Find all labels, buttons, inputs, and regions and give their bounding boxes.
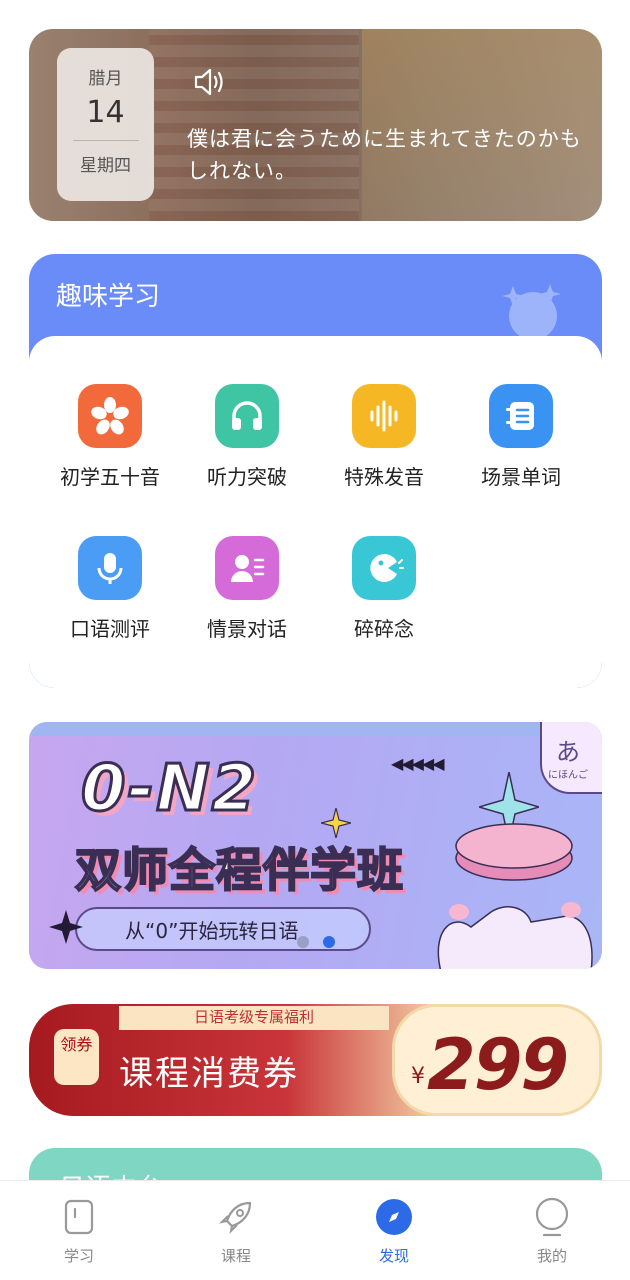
feature-label: 口语测评 (70, 617, 150, 641)
coupon-currency: ¥ (411, 1064, 425, 1089)
daily-card[interactable]: 腊月 14 星期四 僕は君に会うために生まれてきたのかもしれない。 (29, 29, 602, 221)
rocket-icon (216, 1197, 256, 1237)
daily-quote: 僕は君に会うために生まれてきたのかもしれない。 (187, 127, 582, 183)
coupon-amount: 299 (427, 1024, 569, 1106)
feature-label: 场景单词 (481, 465, 561, 489)
feature-label: 情景对话 (207, 617, 287, 641)
banner-title: 0-N2 (79, 751, 259, 828)
headphones-icon (215, 384, 279, 448)
sparkle-icon (49, 910, 83, 948)
paw-icon (431, 872, 601, 969)
feature-label: 初学五十音 (60, 465, 160, 489)
coupon-top-text: 日语考级专属福利 (119, 1006, 389, 1030)
date-day: 14 (86, 95, 125, 130)
microphone-icon (78, 536, 142, 600)
feature-label: 碎碎念 (354, 617, 414, 641)
feature-dialogue[interactable]: 情景对话 (177, 536, 317, 642)
date-divider (72, 140, 139, 141)
nav-item-courses[interactable]: 课程 (186, 1197, 286, 1266)
promo-banner[interactable]: 0-N2 双师全程伴学班 从“0”开始玩转日语 ◀◀◀◀◀ あ にほんご (29, 722, 602, 969)
fun-study-card: 趣味学习 初学五十音 听力突破 特殊发音 场景单词 口语测评 情景对话 碎碎念 (29, 254, 602, 688)
bottom-nav: 学习 课程 发现 我的 (0, 1180, 630, 1280)
date-month: 腊月 (88, 69, 123, 89)
star-icon (320, 807, 352, 842)
banner-subtitle: 双师全程伴学班 (74, 842, 404, 898)
nav-label: 课程 (220, 1247, 251, 1265)
nav-label: 我的 (536, 1247, 567, 1265)
soundwave-icon (352, 384, 416, 448)
feature-gojuon[interactable]: 初学五十音 (40, 384, 180, 490)
dialogue-icon (215, 536, 279, 600)
clown-deco-icon (498, 276, 568, 340)
study-icon (59, 1197, 99, 1237)
feature-label: 听力突破 (207, 465, 287, 489)
nav-item-discover[interactable]: 发现 (344, 1197, 444, 1266)
feature-pronunciation[interactable]: 特殊发音 (314, 384, 454, 490)
corner-char: あ (556, 738, 580, 766)
feature-chatter[interactable]: 碎碎念 (314, 536, 454, 642)
carousel-dot-1[interactable] (297, 936, 309, 948)
fun-study-title: 趣味学习 (56, 282, 161, 312)
feature-vocabulary[interactable]: 场景单词 (451, 384, 591, 490)
coupon-title: 课程消费券 (119, 1054, 299, 1094)
coupon-card[interactable]: 日语考级专属福利 领券 课程消费券 ¥ 299 (29, 1004, 602, 1116)
nav-label: 发现 (378, 1247, 409, 1265)
nav-item-study[interactable]: 学习 (29, 1197, 129, 1266)
banner-top-strip (29, 722, 602, 736)
carousel-dot-2[interactable] (323, 936, 335, 948)
fun-study-grid: 初学五十音 听力突破 特殊发音 场景单词 口语测评 情景对话 碎碎念 (29, 336, 602, 688)
nav-item-profile[interactable]: 我的 (502, 1197, 602, 1266)
corner-badge: あ にほんご (540, 722, 602, 794)
sakura-icon (78, 384, 142, 448)
compass-icon (374, 1197, 414, 1237)
date-weekday: 星期四 (80, 156, 131, 176)
nav-label: 学习 (63, 1247, 94, 1265)
feature-listening[interactable]: 听力突破 (177, 384, 317, 490)
profile-icon (532, 1197, 572, 1237)
coupon-badge: 领券 (54, 1029, 99, 1085)
chatter-icon (352, 536, 416, 600)
notebook-icon (489, 384, 553, 448)
speaker-icon[interactable] (193, 67, 227, 97)
feature-speaking[interactable]: 口语测评 (40, 536, 180, 642)
banner-arrows: ◀◀◀◀◀ (391, 754, 445, 773)
date-box: 腊月 14 星期四 (57, 48, 154, 201)
feature-label: 特殊发音 (344, 465, 424, 489)
corner-text: にほんご (548, 770, 588, 781)
